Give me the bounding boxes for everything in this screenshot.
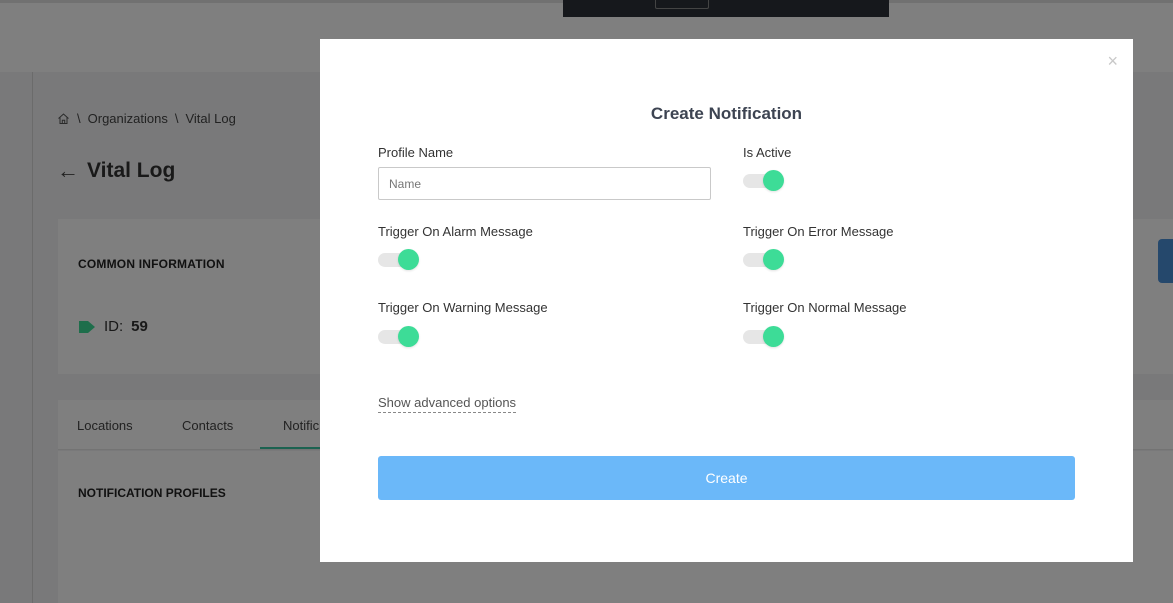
toggle-knob [398, 249, 419, 270]
trigger-alarm-label: Trigger On Alarm Message [378, 224, 533, 239]
is-active-toggle[interactable] [743, 170, 785, 192]
profile-name-input[interactable] [378, 167, 711, 200]
close-icon[interactable]: × [1107, 52, 1118, 70]
trigger-warning-toggle[interactable] [378, 326, 420, 348]
toggle-knob [763, 170, 784, 191]
toggle-knob [398, 326, 419, 347]
toggle-knob [763, 249, 784, 270]
trigger-warning-label: Trigger On Warning Message [378, 300, 548, 315]
trigger-error-toggle[interactable] [743, 249, 785, 271]
is-active-label: Is Active [743, 145, 792, 160]
modal-title: Create Notification [650, 104, 803, 123]
trigger-error-label: Trigger On Error Message [743, 224, 894, 239]
create-button[interactable]: Create [378, 456, 1075, 500]
trigger-alarm-toggle[interactable] [378, 249, 420, 271]
trigger-normal-toggle[interactable] [743, 326, 785, 348]
show-advanced-options-link[interactable]: Show advanced options [378, 395, 517, 413]
toggle-knob [763, 326, 784, 347]
trigger-normal-label: Trigger On Normal Message [743, 300, 907, 315]
create-notification-modal: × Create Notification Profile Name Is Ac… [320, 39, 1133, 562]
profile-name-label: Profile Name [378, 145, 454, 160]
